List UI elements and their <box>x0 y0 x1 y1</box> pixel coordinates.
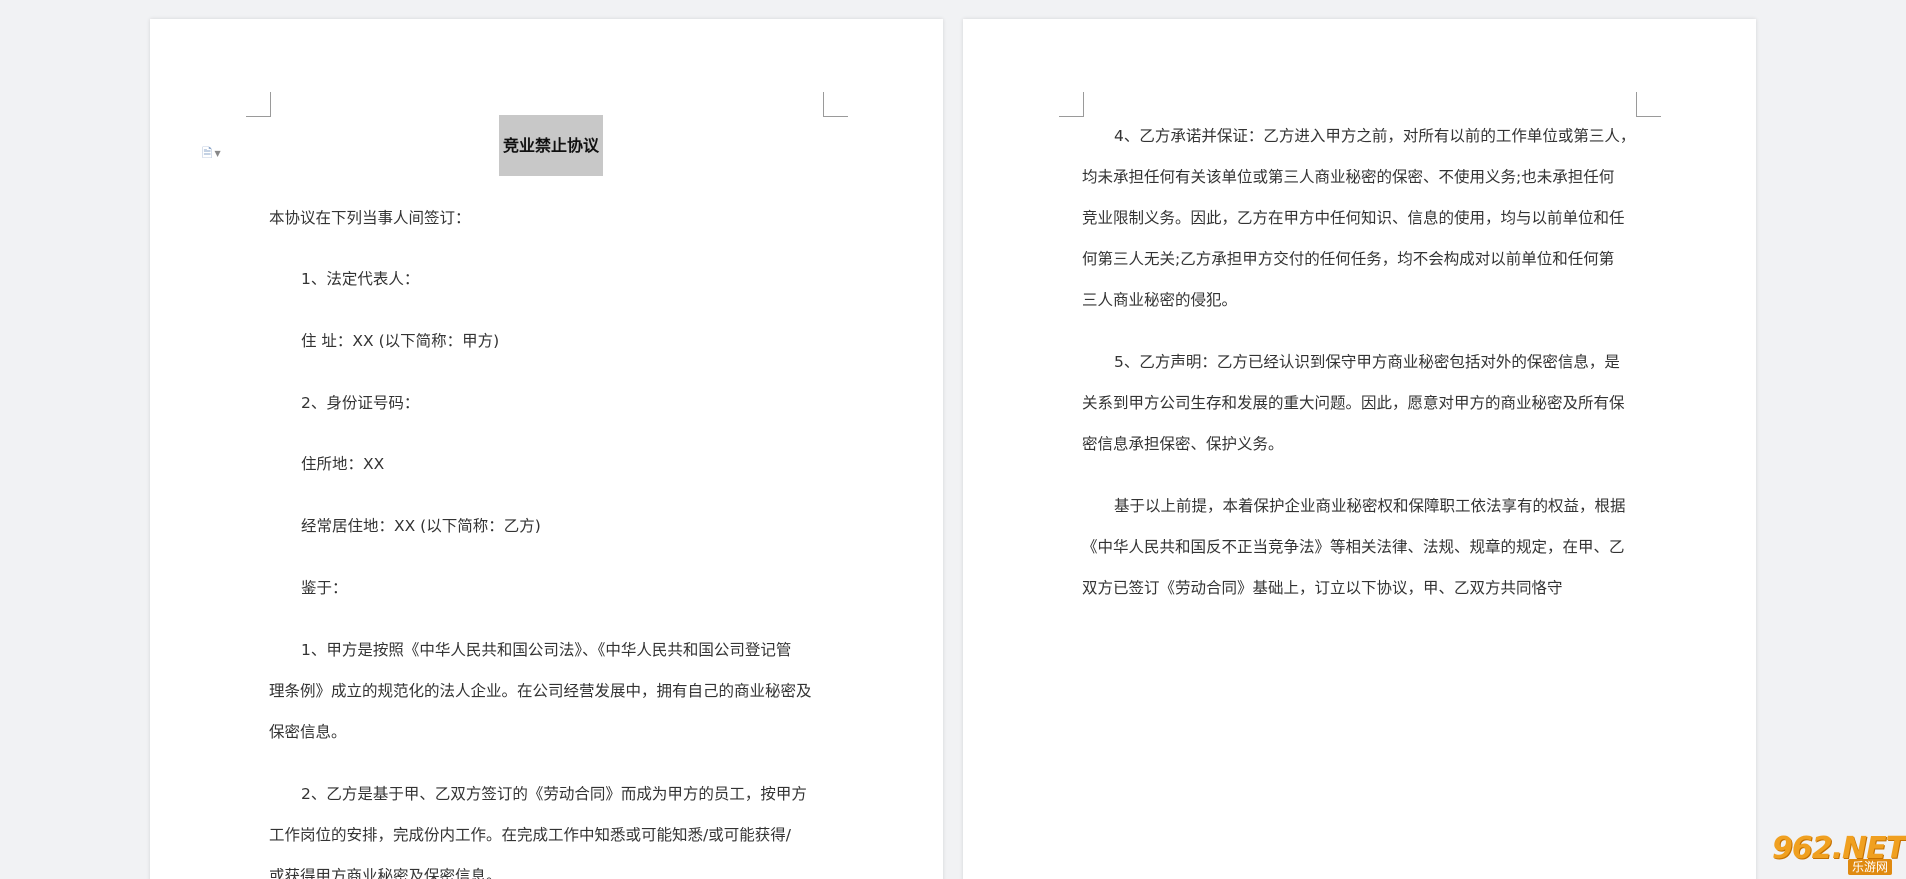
site-watermark: 962.NET 乐游网 <box>1768 831 1906 875</box>
text-line: 2、乙方是基于甲、乙双方签订的《劳动合同》而成为甲方的员工，按甲方 <box>301 785 807 803</box>
text-line: 保密信息。 <box>269 723 347 741</box>
text-line: 2、身份证号码： <box>301 394 420 412</box>
document-page-2: 4、乙方承诺并保证：乙方进入甲方之前，对所有以前的工作单位或第三人， 均未承担任… <box>963 19 1756 879</box>
text-line: 竞业限制义务。因此，乙方在甲方中任何知识、信息的使用，均与以前单位和任 <box>1082 209 1625 227</box>
text-line: 关系到甲方公司生存和发展的重大问题。因此，愿意对甲方的商业秘密及所有保 <box>1082 394 1625 412</box>
text-line: 密信息承担保密、保护义务。 <box>1082 435 1284 453</box>
text-line: 鉴于： <box>301 579 348 597</box>
text-line: 经常居住地：XX (以下简称：乙方) <box>301 517 541 535</box>
text-line: 1、甲方是按照《中华人民共和国公司法》、《中华人民共和国公司登记管 <box>301 641 792 659</box>
text-line: 基于以上前提，本着保护企业商业秘密权和保障职工依法享有的权益，根据 <box>1114 497 1626 515</box>
text-line: 4、乙方承诺并保证：乙方进入甲方之前，对所有以前的工作单位或第三人， <box>1114 127 1636 145</box>
text-line: 本协议在下列当事人间签订： <box>269 209 471 227</box>
text-line: 均未承担任何有关该单位或第三人商业秘密的保密、不使用义务;也未承担任何 <box>1082 168 1615 186</box>
margin-corner-top-right <box>823 92 848 117</box>
text-line: 双方已签订《劳动合同》基础上，订立以下协议，甲、乙双方共同恪守 <box>1082 579 1563 597</box>
text-line: 或获得甲方商业秘密及保密信息。 <box>269 867 502 879</box>
document-viewer: 🗎 ▼ 竞业禁止协议 本协议在下列当事人间签订： 1、法定代表人： 住 址：XX … <box>0 0 1906 879</box>
page-title: 竞业禁止协议 <box>499 115 603 176</box>
watermark-site-name: 乐游网 <box>1847 859 1892 875</box>
text-line: 5、乙方声明：乙方已经认识到保守甲方商业秘密包括对外的保密信息，是 <box>1114 353 1620 371</box>
text-line: 住所地：XX <box>301 455 385 473</box>
document-page-1: 🗎 ▼ 竞业禁止协议 本协议在下列当事人间签订： 1、法定代表人： 住 址：XX … <box>150 19 943 879</box>
text-line: 三人商业秘密的侵犯。 <box>1082 291 1238 309</box>
text-line: 住 址：XX (以下简称：甲方) <box>301 332 500 350</box>
margin-corner-top-right <box>1636 92 1661 117</box>
text-line: 《中华人民共和国反不正当竞争法》等相关法律、法规、规章的规定，在甲、乙 <box>1082 538 1625 556</box>
text-line: 何第三人无关;乙方承担甲方交付的任何任务，均不会构成对以前单位和任何第 <box>1082 250 1615 268</box>
text-line: 1、法定代表人： <box>301 270 420 288</box>
document-icon[interactable]: 🗎 ▼ <box>202 146 228 162</box>
text-line: 工作岗位的安排，完成份内工作。在完成工作中知悉或可能知悉/或可能获得/ <box>269 826 791 844</box>
margin-corner-top-left <box>246 92 271 117</box>
chevron-down-icon: ▼ <box>214 149 221 158</box>
text-line: 理条例》成立的规范化的法人企业。在公司经营发展中，拥有自己的商业秘密及 <box>269 682 812 700</box>
margin-corner-top-left <box>1059 92 1084 117</box>
